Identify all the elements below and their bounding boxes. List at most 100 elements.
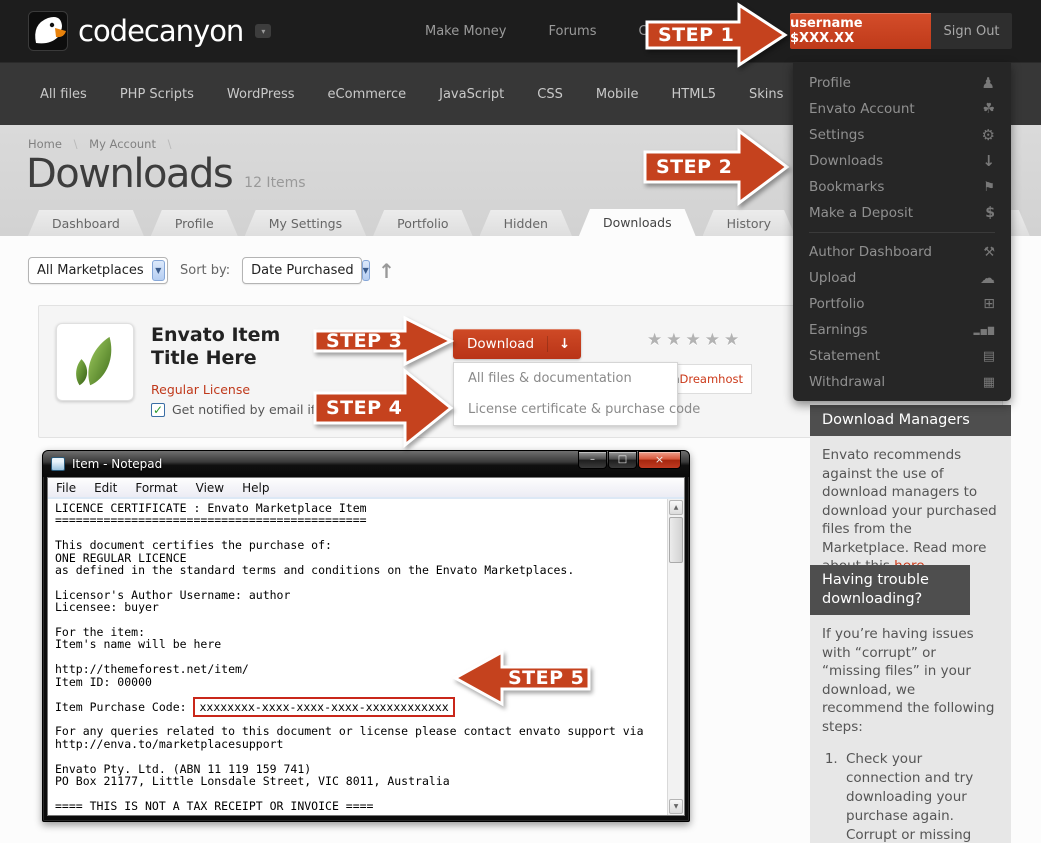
cat-php-scripts[interactable]: PHP Scripts [120, 87, 194, 102]
menu-format[interactable]: Format [135, 481, 177, 495]
menu-item-settings[interactable]: Settings ⚙ [793, 122, 1011, 148]
tab-hidden[interactable]: Hidden [480, 210, 572, 236]
menu-item-downloads[interactable]: Downloads ↓ [793, 148, 1011, 174]
page: codecanyon ▾ Make Money Forums Community… [0, 0, 1041, 843]
menu-item-envato-account[interactable]: Envato Account ☘ [793, 96, 1011, 122]
document-icon: ▤ [983, 349, 995, 364]
maximize-button[interactable]: □ [608, 451, 637, 469]
breadcrumb-home[interactable]: Home [28, 137, 62, 151]
leaf-icon: ☘ [982, 101, 995, 117]
breadcrumb-separator: \ [168, 137, 172, 151]
tab-profile[interactable]: Profile [151, 210, 238, 236]
step-5-arrow: STEP 5 [452, 649, 592, 707]
download-arrow-icon: ↓ [982, 152, 995, 170]
notepad-window: Item - Notepad – □ × File Edit Format Vi… [42, 450, 690, 822]
minimize-button[interactable]: – [578, 451, 607, 469]
troubleshooting-steps: Check your connection and try downloadin… [842, 750, 999, 843]
menu-file[interactable]: File [56, 481, 76, 495]
envato-leaf-icon [66, 333, 124, 391]
tab-my-settings[interactable]: My Settings [245, 210, 366, 236]
menu-help[interactable]: Help [242, 481, 269, 495]
panel-title: Having trouble downloading? [810, 565, 970, 615]
breadcrumb-my-account[interactable]: My Account [89, 137, 156, 151]
nav-forums[interactable]: Forums [548, 24, 596, 39]
menu-item-make-a-deposit[interactable]: Make a Deposit $ [793, 200, 1011, 226]
notepad-app-icon [51, 457, 65, 471]
option-license-certificate[interactable]: License certificate & purchase code [454, 394, 677, 425]
notify-checkbox[interactable]: ✓ [151, 403, 165, 417]
bookmark-icon: ⚑ [983, 180, 995, 195]
page-title: Downloads [26, 151, 232, 197]
select-arrow-icon: ▼ [152, 260, 165, 281]
step-1-arrow: STEP 1 [644, 2, 788, 68]
menu-item-bookmarks[interactable]: Bookmarks ⚑ [793, 174, 1011, 200]
marketplace-select[interactable]: All Marketplaces ▼ [28, 257, 168, 284]
panel-intro: If you’re having issues with “corrupt” o… [822, 626, 994, 735]
dreamhost-link[interactable]: Dreamhost [680, 372, 743, 386]
filter-bar: All Marketplaces ▼ Sort by: Date Purchas… [28, 257, 395, 284]
download-arrow-icon: ↓ [547, 336, 581, 352]
brand-caret-icon[interactable]: ▾ [255, 24, 271, 38]
notepad-scrollbar[interactable]: ▲ ▼ [667, 499, 684, 815]
menu-item-upload[interactable]: Upload ☁ [793, 265, 1011, 291]
cat-mobile[interactable]: Mobile [596, 87, 639, 102]
cloud-upload-icon: ☁ [980, 269, 995, 287]
menu-item-statement[interactable]: Statement ▤ [793, 343, 1011, 369]
menu-view[interactable]: View [196, 481, 224, 495]
tab-history[interactable]: History [703, 210, 795, 236]
menu-divider [809, 232, 995, 233]
download-button[interactable]: Download ↓ [453, 329, 581, 359]
brand-wordmark: codecanyon [78, 14, 243, 48]
breadcrumb: Home \ My Account \ [28, 137, 180, 151]
notepad-menu-bar: File Edit Format View Help [48, 478, 684, 499]
site-logo[interactable]: codecanyon ▾ [28, 11, 271, 51]
bar-chart-icon: ▂▅▇ [974, 326, 995, 335]
option-all-files[interactable]: All files & documentation [454, 363, 677, 394]
menu-item-portfolio[interactable]: Portfolio ⊞ [793, 291, 1011, 317]
menu-item-author-dashboard[interactable]: Author Dashboard ⚒ [793, 239, 1011, 265]
cat-all-files[interactable]: All files [40, 87, 87, 102]
menu-item-earnings[interactable]: Earnings ▂▅▇ [793, 317, 1011, 343]
step-4-arrow: STEP 4 [312, 367, 454, 449]
menu-item-withdrawal[interactable]: Withdrawal ▦ [793, 369, 1011, 395]
cat-ecommerce[interactable]: eCommerce [328, 87, 407, 102]
sort-select[interactable]: Date Purchased ▼ [242, 257, 362, 284]
purchase-code-highlight: xxxxxxxx-xxxx-xxxx-xxxx-xxxxxxxxxxxx [193, 697, 454, 717]
gear-icon: ⚙ [982, 126, 995, 144]
item-license-link[interactable]: Regular License [151, 382, 250, 397]
notepad-title-bar[interactable]: Item - Notepad – □ × [43, 451, 689, 477]
rating-stars[interactable]: ★★★★★ [647, 330, 743, 350]
panel-title: Download Managers [810, 405, 1011, 436]
cat-css[interactable]: CSS [537, 87, 563, 102]
codecanyon-bird-icon [28, 11, 68, 51]
scroll-down-icon[interactable]: ▼ [669, 799, 683, 814]
sign-out-button[interactable]: Sign Out [931, 13, 1012, 49]
scrollbar-thumb[interactable] [669, 517, 683, 563]
select-arrow-icon: ▼ [362, 260, 370, 281]
person-icon: ♟ [982, 74, 995, 92]
scroll-up-icon[interactable]: ▲ [669, 500, 683, 515]
item-title[interactable]: Envato Item Title Here [151, 324, 316, 370]
download-managers-panel: Download Managers Envato recommends agai… [810, 405, 1011, 590]
step-3-arrow: STEP 3 [312, 315, 454, 367]
nav-make-money[interactable]: Make Money [425, 24, 506, 39]
cash-icon: ▦ [983, 375, 995, 390]
username-balance-button[interactable]: username $XXX.XX [790, 13, 931, 49]
sort-direction-icon[interactable]: ↑ [378, 259, 395, 283]
menu-item-profile[interactable]: Profile ♟ [793, 70, 1011, 96]
cat-wordpress[interactable]: WordPress [227, 87, 295, 102]
user-dropdown-menu: Profile ♟ Envato Account ☘ Settings ⚙ Do… [793, 62, 1011, 401]
cat-skins[interactable]: Skins [749, 87, 783, 102]
menu-edit[interactable]: Edit [94, 481, 117, 495]
tools-icon: ⚒ [983, 245, 995, 260]
close-button[interactable]: × [638, 451, 681, 469]
item-thumbnail[interactable] [56, 323, 134, 401]
cat-html5[interactable]: HTML5 [672, 87, 716, 102]
tab-portfolio[interactable]: Portfolio [373, 210, 472, 236]
breadcrumb-separator: \ [74, 137, 78, 151]
tab-dashboard[interactable]: Dashboard [28, 210, 144, 236]
tab-downloads-active[interactable]: Downloads [579, 209, 696, 236]
cat-javascript[interactable]: JavaScript [439, 87, 504, 102]
having-trouble-panel: Having trouble downloading? If you’re ha… [810, 565, 1011, 843]
window-title: Item - Notepad [72, 457, 578, 471]
